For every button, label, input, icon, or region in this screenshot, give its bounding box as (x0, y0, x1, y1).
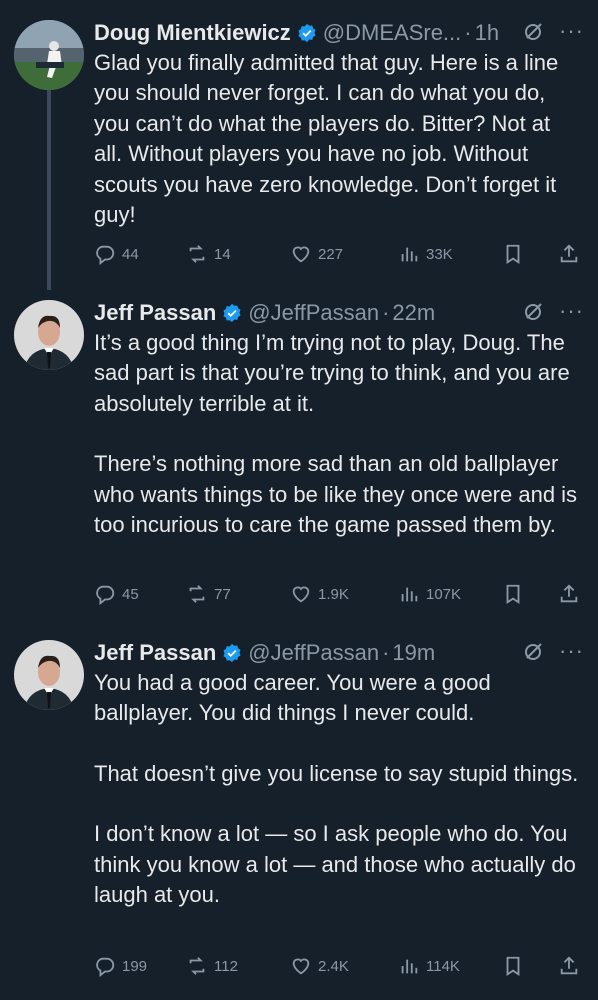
reply-button[interactable]: 199 (94, 955, 186, 977)
like-count: 1.9K (318, 585, 349, 603)
views-button[interactable]: 107K (398, 583, 502, 605)
share-icon (560, 584, 578, 603)
like-count: 227 (318, 245, 344, 263)
tweet-paragraph: Glad you finally admitted that guy. Here… (94, 50, 559, 228)
tweet-2[interactable]: Jeff Passan @JeffPassan · 22m ··· It’s a… (0, 290, 598, 630)
handle[interactable]: @JeffPassan (248, 300, 379, 326)
reply-count: 44 (122, 245, 139, 263)
action-bar: 44 14 227 33K (94, 241, 584, 267)
tweet-header: Doug Mientkiewicz @DMEASre... · 1h ··· (94, 18, 584, 48)
tweet-3[interactable]: Jeff Passan @JeffPassan · 19m ··· You ha… (0, 630, 598, 1000)
header-actions: ··· (523, 20, 584, 42)
bookmark-icon (506, 584, 520, 604)
like-button[interactable]: 227 (290, 243, 398, 265)
grok-icon[interactable] (523, 20, 545, 42)
bookmark-button[interactable] (502, 955, 558, 977)
like-count: 2.4K (318, 957, 349, 975)
share-button[interactable] (558, 243, 580, 265)
views-icon (401, 959, 418, 974)
reply-icon (96, 245, 115, 265)
avatar-jeff[interactable] (14, 300, 84, 370)
tweet-header: Jeff Passan @JeffPassan · 22m ··· (94, 298, 584, 328)
views-icon (401, 247, 418, 262)
timestamp[interactable]: 1h (475, 20, 499, 46)
views-count: 114K (426, 957, 460, 975)
heart-icon (292, 246, 310, 263)
action-bar: 45 77 1.9K 107K (94, 581, 584, 607)
repost-count: 77 (214, 585, 231, 603)
share-button[interactable] (558, 955, 580, 977)
more-icon[interactable]: ··· (559, 300, 584, 322)
repost-count: 14 (214, 245, 231, 263)
repost-button[interactable]: 112 (186, 955, 290, 977)
bookmark-icon (506, 956, 520, 976)
views-button[interactable]: 114K (398, 955, 502, 977)
grok-icon[interactable] (523, 300, 545, 322)
tweet-paragraph: There’s nothing more sad than an old bal… (94, 451, 578, 538)
reply-icon (96, 957, 115, 977)
repost-icon (189, 957, 205, 975)
verified-badge-icon (298, 23, 316, 43)
heart-icon (292, 586, 310, 603)
timestamp[interactable]: 19m (392, 640, 435, 666)
header-actions: ··· (523, 640, 584, 662)
tweet-header: Jeff Passan @JeffPassan · 19m ··· (94, 638, 584, 668)
share-icon (560, 956, 578, 975)
header-actions: ··· (523, 300, 584, 322)
verified-badge-icon (223, 303, 241, 323)
bookmark-button[interactable] (502, 583, 558, 605)
like-button[interactable]: 1.9K (290, 583, 398, 605)
grok-icon[interactable] (523, 640, 545, 662)
like-button[interactable]: 2.4K (290, 955, 398, 977)
tweet-paragraph: You had a good career. You were a good b… (94, 670, 491, 726)
separator-dot: · (464, 20, 472, 45)
reply-count: 45 (122, 585, 139, 603)
share-icon (560, 244, 578, 263)
tweet-paragraph: It’s a good thing I’m trying not to play… (94, 330, 570, 416)
bookmark-icon (506, 244, 520, 264)
views-icon (401, 587, 418, 602)
timestamp[interactable]: 22m (392, 300, 435, 326)
views-button[interactable]: 33K (398, 243, 502, 265)
handle[interactable]: @JeffPassan (248, 640, 379, 666)
reply-button[interactable]: 44 (94, 243, 186, 265)
tweet-text: It’s a good thing I’m trying not to play… (94, 328, 584, 540)
tweet-text: You had a good career. You were a good b… (94, 668, 584, 910)
repost-icon (189, 245, 205, 263)
more-icon[interactable]: ··· (559, 20, 584, 42)
tweet-paragraph: I don’t know a lot — so I ask people who… (94, 821, 576, 908)
handle[interactable]: @DMEASre... (323, 20, 461, 46)
repost-button[interactable]: 77 (186, 583, 290, 605)
display-name[interactable]: Jeff Passan (94, 640, 216, 666)
reply-icon (96, 585, 115, 605)
repost-count: 112 (214, 957, 238, 975)
share-button[interactable] (558, 583, 580, 605)
views-count: 33K (426, 245, 453, 263)
views-count: 107K (426, 585, 462, 603)
heart-icon (292, 958, 310, 975)
avatar-doug[interactable] (14, 20, 84, 90)
tweet-paragraph: That doesn’t give you license to say stu… (94, 760, 579, 786)
display-name[interactable]: Jeff Passan (94, 300, 216, 326)
repost-icon (189, 585, 205, 603)
display-name[interactable]: Doug Mientkiewicz (94, 20, 291, 46)
repost-button[interactable]: 14 (186, 243, 290, 265)
action-bar: 199 112 2.4K 114K (94, 953, 584, 979)
bookmark-button[interactable] (502, 243, 558, 265)
reply-count: 199 (122, 957, 148, 975)
avatar-jeff[interactable] (14, 640, 84, 710)
separator-dot: · (382, 640, 390, 665)
verified-badge-icon (223, 643, 241, 663)
separator-dot: · (382, 300, 390, 325)
reply-button[interactable]: 45 (94, 583, 186, 605)
more-icon[interactable]: ··· (559, 640, 584, 662)
tweet-1[interactable]: Doug Mientkiewicz @DMEASre... · 1h ··· G… (0, 0, 598, 290)
tweet-text: Glad you finally admitted that guy. Here… (94, 48, 584, 230)
